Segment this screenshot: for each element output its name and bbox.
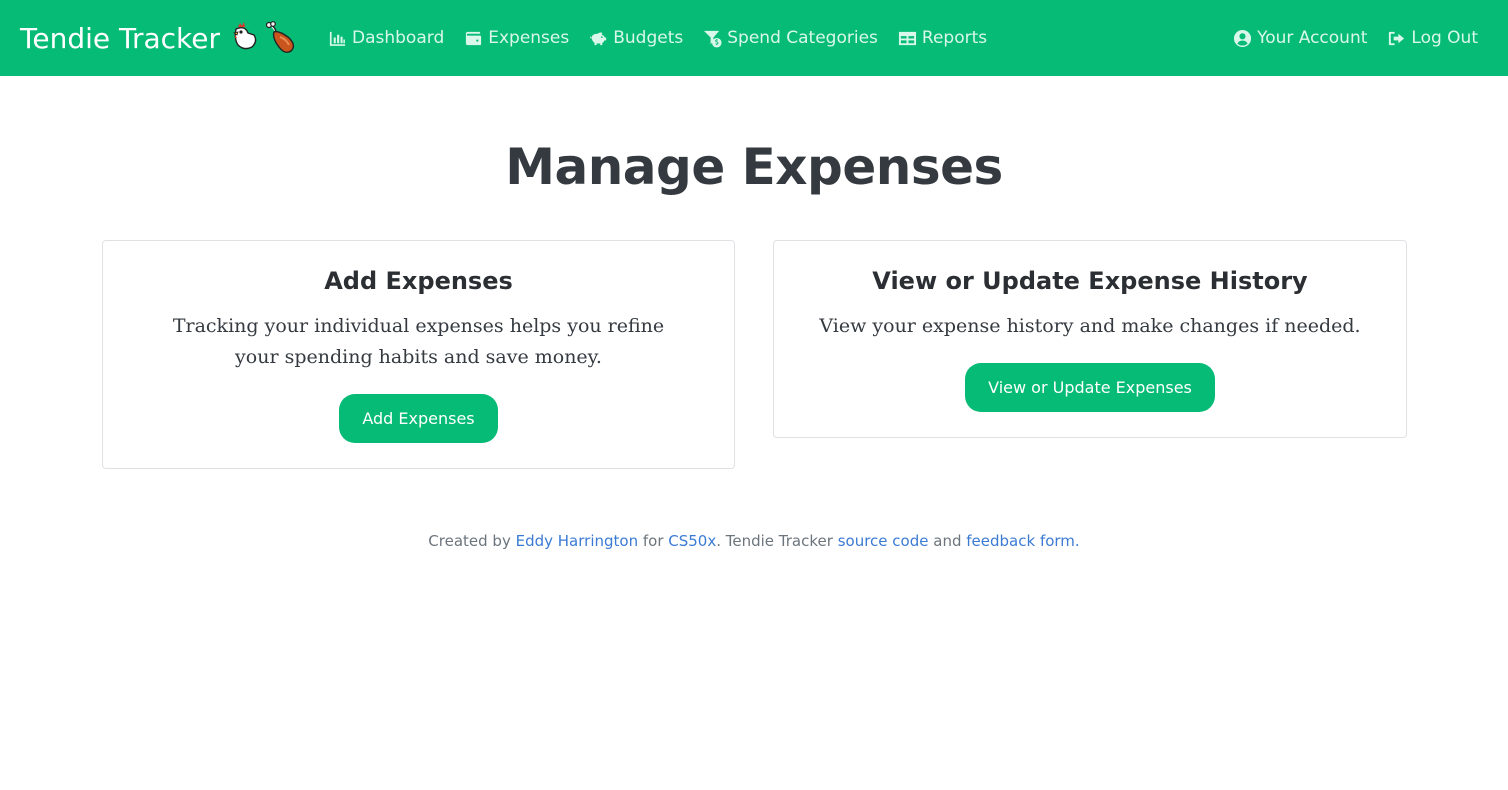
- piggy-bank-icon: [590, 31, 607, 45]
- user-circle-icon: [1234, 29, 1252, 47]
- source-code-link[interactable]: source code: [838, 532, 929, 550]
- nav-expenses-label: Expenses: [488, 28, 570, 48]
- nav-budgets[interactable]: Budgets: [589, 26, 683, 50]
- nav-log-out[interactable]: Log Out: [1387, 26, 1478, 50]
- funnel-dollar-icon: [704, 30, 722, 48]
- footer-middle: . Tendie Tracker: [716, 532, 833, 550]
- nav-budgets-label: Budgets: [613, 28, 684, 48]
- add-expenses-button[interactable]: Add Expenses: [339, 394, 498, 443]
- nav-dashboard-label: Dashboard: [352, 28, 445, 48]
- brand-link[interactable]: Tendie Tracker: [20, 18, 298, 58]
- nav-spend-categories[interactable]: Spend Categories: [703, 26, 878, 50]
- course-link[interactable]: CS50x: [668, 532, 716, 550]
- expense-history-heading: View or Update Expense History: [872, 267, 1308, 295]
- footer-for: for: [642, 532, 664, 550]
- table-icon: [898, 31, 916, 45]
- footer-end: .: [1074, 532, 1080, 550]
- add-expenses-card: Add Expenses Tracking your individual ex…: [102, 240, 735, 469]
- nav-your-account[interactable]: Your Account: [1233, 26, 1367, 50]
- nav-log-out-label: Log Out: [1411, 28, 1478, 48]
- bar-chart-icon: [329, 31, 346, 46]
- expense-history-description: View your expense history and make chang…: [819, 315, 1361, 337]
- footer-and: and: [933, 532, 962, 550]
- chicken-icon: [233, 22, 257, 50]
- nav-spend-categories-label: Spend Categories: [727, 28, 878, 48]
- brand-title: Tendie Tracker: [20, 21, 221, 55]
- add-expenses-description: Tracking your individual expenses helps …: [172, 315, 665, 368]
- sign-out-icon: [1389, 31, 1405, 45]
- wallet-icon: [466, 31, 482, 45]
- author-link[interactable]: Eddy Harrington: [516, 532, 638, 550]
- top-navbar: Tendie Tracker Dashboard Expenses Budget…: [0, 0, 1508, 76]
- nav-reports[interactable]: Reports: [898, 26, 987, 50]
- nav-dashboard[interactable]: Dashboard: [328, 26, 444, 50]
- brand-emoji: [230, 21, 298, 55]
- footer-created-by: Created by: [428, 532, 511, 550]
- nav-expenses[interactable]: Expenses: [464, 26, 569, 50]
- nav-account: Your Account Log Out: [1233, 26, 1478, 50]
- view-update-expenses-button[interactable]: View or Update Expenses: [965, 363, 1215, 412]
- add-expenses-heading: Add Expenses: [324, 267, 513, 295]
- page-title: Manage Expenses: [505, 138, 1003, 196]
- nav-reports-label: Reports: [921, 28, 988, 48]
- footer: Created by Eddy Harrington for CS50x. Te…: [0, 532, 1508, 550]
- nav-primary: Dashboard Expenses Budgets Spend Categor…: [328, 26, 987, 50]
- feedback-form-link[interactable]: feedback form: [966, 532, 1075, 550]
- drumstick-icon: [265, 21, 295, 54]
- nav-your-account-label: Your Account: [1257, 28, 1368, 48]
- expense-history-card: View or Update Expense History View your…: [773, 240, 1407, 438]
